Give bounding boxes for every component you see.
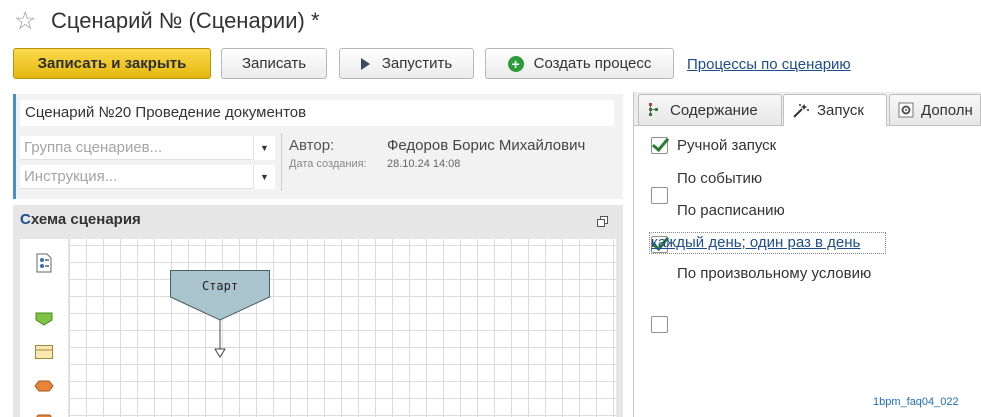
- tab-additional-label: Дополн: [921, 101, 973, 119]
- tab-additional[interactable]: Дополн: [889, 94, 981, 125]
- save-button[interactable]: Записать: [221, 48, 327, 79]
- instruction-dropdown-icon[interactable]: ▼: [253, 165, 275, 189]
- tab-launch-label: Запуск: [817, 102, 864, 119]
- event-launch-label: По событию: [677, 170, 763, 187]
- processes-by-scenario-link[interactable]: Процессы по сценарию: [687, 56, 851, 73]
- created-date-label: Дата создания:: [289, 158, 367, 170]
- scenario-group-field[interactable]: Группа сценариев...: [20, 136, 275, 160]
- start-shape-icon[interactable]: [34, 311, 54, 327]
- start-node[interactable]: Старт: [170, 270, 270, 360]
- create-process-button-label: Создать процесс: [533, 55, 652, 72]
- custom-condition-label: По произвольному условию: [677, 265, 872, 282]
- custom-condition-checkbox[interactable]: [651, 316, 668, 333]
- action-shape-icon[interactable]: [34, 344, 54, 360]
- event-launch-checkbox[interactable]: [651, 187, 668, 204]
- manual-launch-label: Ручной запуск: [677, 137, 777, 154]
- create-process-button[interactable]: + Создать процесс: [485, 48, 674, 79]
- add-circle-icon: +: [507, 55, 524, 72]
- schema-title-first-letter: С: [20, 211, 31, 228]
- created-date-value: 28.10.24 14:08: [387, 158, 461, 170]
- scenario-group-dropdown-icon[interactable]: ▼: [253, 136, 275, 160]
- instruction-field[interactable]: Инструкция...: [20, 165, 275, 189]
- manual-launch-checkbox[interactable]: [651, 137, 668, 154]
- schema-title: Схема сценария: [20, 211, 141, 228]
- document-settings-icon[interactable]: [35, 253, 53, 273]
- favorite-star-icon[interactable]: ☆: [14, 7, 36, 35]
- schema-title-rest: хема сценария: [30, 211, 141, 228]
- condition-shape-icon[interactable]: [34, 379, 54, 393]
- save-and-close-button[interactable]: Записать и закрыть: [13, 48, 211, 79]
- start-node-label: Старт: [201, 279, 239, 293]
- schedule-launch-label: По расписанию: [677, 202, 785, 219]
- magic-wand-icon: [793, 103, 809, 118]
- end-shape-icon[interactable]: [34, 409, 54, 417]
- page-title: Сценарий № (Сценарии) *: [51, 8, 320, 33]
- play-icon: [360, 57, 370, 70]
- author-label: Автор:: [289, 137, 335, 154]
- tab-launch[interactable]: Запуск: [783, 94, 887, 126]
- scenario-name-field[interactable]: Сценарий №20 Проведение документов: [20, 100, 614, 126]
- schema-canvas[interactable]: [20, 239, 616, 417]
- panel-accent-bar: [13, 94, 16, 199]
- tree-structure-icon: [649, 103, 658, 116]
- expand-window-icon[interactable]: [597, 214, 608, 227]
- form-divider: [281, 133, 282, 191]
- screenshot-code: 1bpm_faq04_022: [873, 396, 959, 408]
- tab-content[interactable]: Содержание: [638, 94, 782, 125]
- schedule-settings-link[interactable]: каждый день; один раз в день: [651, 234, 860, 251]
- tab-content-label: Содержание: [670, 101, 758, 119]
- run-button[interactable]: Запустить: [339, 48, 474, 79]
- author-value: Федоров Борис Михайлович: [387, 137, 586, 154]
- gear-icon: [898, 102, 914, 118]
- run-button-label: Запустить: [381, 55, 453, 72]
